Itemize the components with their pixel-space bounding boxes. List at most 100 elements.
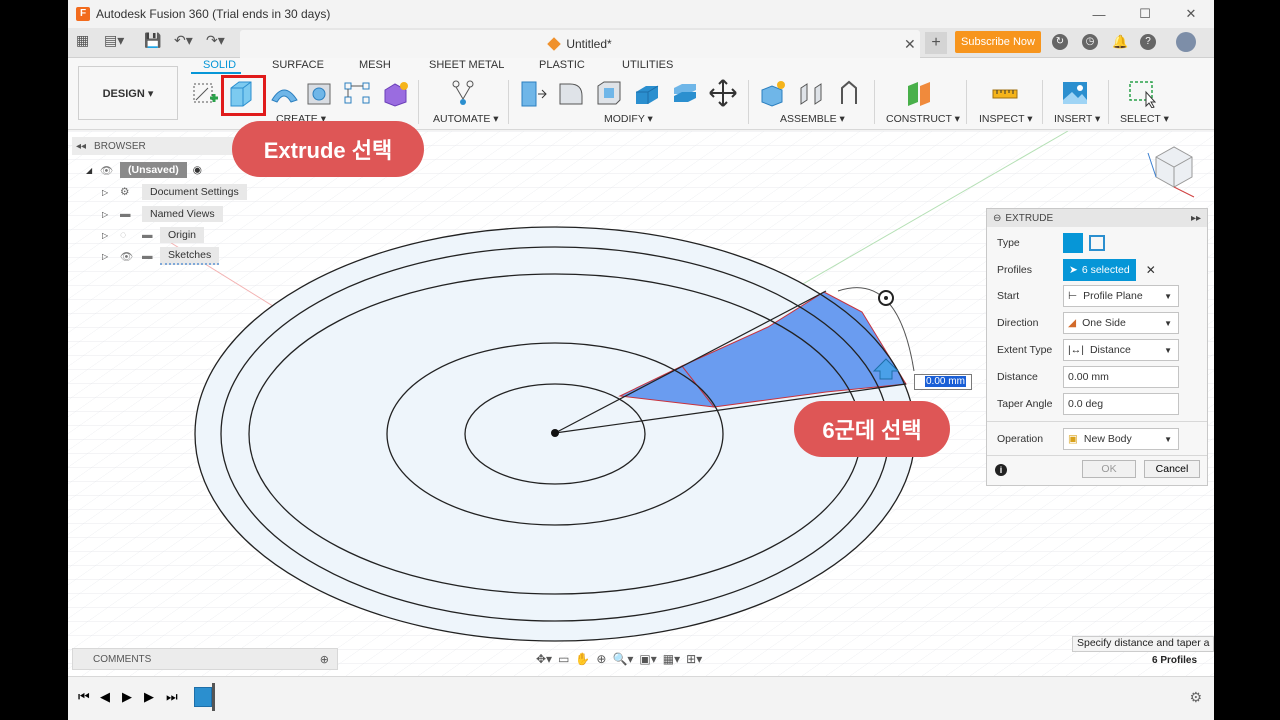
create-form-icon[interactable]	[380, 78, 410, 108]
joint-icon[interactable]	[796, 78, 826, 108]
design-workspace-button[interactable]: DESIGN ▾	[78, 66, 178, 120]
subscribe-now-button[interactable]: Subscribe Now	[955, 31, 1041, 53]
extrude-type-solid-icon[interactable]	[1063, 233, 1083, 253]
combine-icon[interactable]	[670, 78, 700, 108]
file-menu-icon[interactable]: ▤▾	[104, 32, 124, 49]
go-to-end-icon[interactable]: ⏭	[166, 689, 178, 705]
ok-button[interactable]: OK	[1082, 460, 1136, 478]
help-icon[interactable]: ?	[1140, 34, 1156, 50]
display-settings-icon[interactable]: ▣▾	[639, 652, 656, 666]
comments-panel[interactable]: COMMENTS ⊕	[72, 648, 338, 670]
operation-dropdown[interactable]: ▣ New Body ▼	[1063, 428, 1179, 450]
sketch-center-point[interactable]	[551, 429, 559, 437]
job-status-icon[interactable]: ◷	[1082, 34, 1098, 50]
cancel-button[interactable]: Cancel	[1144, 460, 1200, 478]
extent-type-dropdown[interactable]: |↔| Distance ▼	[1063, 339, 1179, 361]
eye-icon[interactable]: 👁	[100, 164, 120, 177]
automate-icon[interactable]	[448, 78, 478, 108]
fit-icon[interactable]: 🔍▾	[612, 652, 633, 666]
minimize-button[interactable]: —	[1076, 0, 1122, 28]
tab-plastic[interactable]: PLASTIC	[539, 59, 585, 71]
automate-menu[interactable]: AUTOMATE ▾	[433, 113, 499, 125]
create-sketch-icon[interactable]	[190, 78, 220, 108]
step-forward-icon[interactable]: ▶	[144, 689, 154, 705]
profiles-selection-button[interactable]: ➤ 6 selected	[1063, 259, 1136, 281]
taper-angle-field[interactable]: 0.0 deg	[1063, 393, 1179, 415]
extrude-type-surface-icon[interactable]	[1089, 235, 1105, 251]
expand-dialog-icon[interactable]: ▸▸	[1191, 213, 1201, 224]
info-icon[interactable]: i	[995, 464, 1007, 476]
eye-icon[interactable]: 👁	[120, 250, 142, 263]
tab-sheet-metal[interactable]: SHEET METAL	[429, 59, 504, 71]
document-tab[interactable]: Untitled*	[240, 30, 920, 58]
clear-selection-icon[interactable]: ✕	[1146, 263, 1156, 277]
new-component-icon[interactable]	[758, 78, 788, 108]
timeline-settings-icon[interactable]: ⚙	[1189, 689, 1202, 706]
activate-radio-icon[interactable]: ◉	[193, 164, 202, 176]
tab-surface[interactable]: SURFACE	[272, 59, 324, 71]
fillet-icon[interactable]	[556, 78, 586, 108]
browser-item-document-settings[interactable]: ▷ ⚙ Document Settings	[102, 183, 247, 201]
modify-menu[interactable]: MODIFY ▾	[604, 113, 653, 125]
select-icon[interactable]	[1128, 78, 1158, 108]
distance-field[interactable]: 0.00 mm	[1063, 366, 1179, 388]
collapse-browser-icon[interactable]: ◂◂	[76, 141, 86, 152]
collapse-dialog-icon[interactable]: ⊖	[993, 213, 1001, 224]
distance-dimension-input[interactable]: 0.00 mm	[914, 374, 972, 390]
revolve-icon[interactable]	[269, 78, 299, 108]
move-icon[interactable]	[708, 78, 738, 108]
timeline-sketch-item[interactable]	[194, 687, 212, 707]
close-tab-icon[interactable]: ✕	[904, 36, 916, 53]
expand-triangle-icon[interactable]: ▷	[102, 231, 120, 240]
chamfer-icon[interactable]	[594, 78, 624, 108]
shell-icon[interactable]	[632, 78, 662, 108]
assemble-menu[interactable]: ASSEMBLE ▾	[780, 113, 845, 125]
expand-triangle-icon[interactable]: ▷	[102, 188, 120, 197]
step-back-icon[interactable]: ◀	[100, 689, 110, 705]
select-menu[interactable]: SELECT ▾	[1120, 113, 1169, 125]
close-window-button[interactable]: ✕	[1168, 0, 1214, 28]
insert-image-icon[interactable]	[1060, 78, 1090, 108]
user-avatar[interactable]	[1176, 32, 1196, 52]
redo-icon[interactable]: ↷▾	[206, 32, 225, 49]
pan-icon[interactable]: ✋	[575, 652, 590, 666]
timeline-marker[interactable]	[212, 683, 215, 711]
start-dropdown[interactable]: ⊢ Profile Plane ▼	[1063, 285, 1179, 307]
construct-menu[interactable]: CONSTRUCT ▾	[886, 113, 960, 125]
maximize-button[interactable]: ☐	[1122, 0, 1168, 28]
expand-triangle-icon[interactable]: ▷	[102, 210, 120, 219]
new-tab-button[interactable]: +	[925, 32, 947, 54]
eye-hidden-icon[interactable]: ◌	[120, 229, 142, 241]
browser-item-sketches[interactable]: ▷ 👁 ▬ Sketches	[102, 247, 220, 265]
extrude-dialog-header[interactable]: ⊖ EXTRUDE ▸▸	[987, 209, 1207, 227]
tab-mesh[interactable]: MESH	[359, 59, 391, 71]
viewports-icon[interactable]: ⊞▾	[686, 652, 702, 666]
tab-solid[interactable]: SOLID	[203, 59, 236, 71]
as-built-joint-icon[interactable]	[834, 78, 864, 108]
collapse-triangle-icon[interactable]: ◢	[86, 166, 100, 175]
zoom-icon[interactable]: ⊕	[596, 652, 606, 666]
browser-item-root[interactable]: ◢ 👁 (Unsaved) ◉	[86, 161, 202, 179]
press-pull-icon[interactable]	[518, 78, 548, 108]
go-to-start-icon[interactable]: ⏮	[78, 689, 90, 705]
insert-menu[interactable]: INSERT ▾	[1054, 113, 1100, 125]
browser-item-origin[interactable]: ▷ ◌ ▬ Origin	[102, 226, 205, 244]
apps-grid-icon[interactable]: ▦	[76, 32, 89, 49]
play-icon[interactable]: ▶	[122, 689, 132, 705]
hole-icon[interactable]	[304, 78, 334, 108]
grid-settings-icon[interactable]: ▦▾	[663, 652, 680, 666]
direction-dropdown[interactable]: ◢ One Side ▼	[1063, 312, 1179, 334]
inspect-menu[interactable]: INSPECT ▾	[979, 113, 1033, 125]
measure-icon[interactable]	[990, 78, 1020, 108]
tab-utilities[interactable]: UTILITIES	[622, 59, 673, 71]
browser-item-named-views[interactable]: ▷ ▬ Named Views	[102, 205, 223, 223]
notifications-icon[interactable]: 🔔	[1112, 34, 1128, 50]
add-comment-icon[interactable]: ⊕	[320, 653, 329, 666]
undo-icon[interactable]: ↶▾	[174, 32, 193, 49]
online-status-icon[interactable]: ↻	[1052, 34, 1068, 50]
pattern-icon[interactable]	[342, 78, 372, 108]
offset-plane-icon[interactable]	[904, 78, 934, 108]
expand-triangle-icon[interactable]: ▷	[102, 252, 120, 261]
orbit-icon[interactable]: ✥▾	[536, 652, 552, 666]
look-at-icon[interactable]: ▭	[558, 652, 569, 666]
